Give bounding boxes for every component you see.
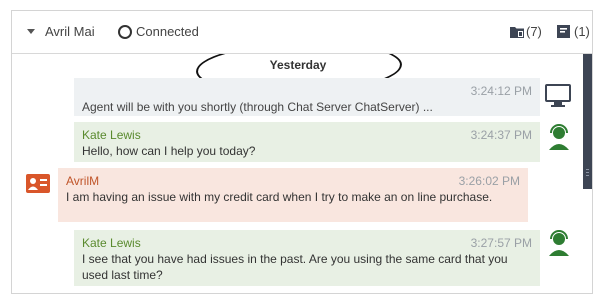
connection-status-icon <box>118 25 132 39</box>
agent-headset-icon <box>549 124 569 150</box>
cases-folder-icon[interactable] <box>510 25 524 38</box>
scrollbar-grip-icon[interactable] <box>586 169 589 170</box>
system-message: 3:24:12 PM Agent will be with you shortl… <box>74 78 540 116</box>
message-sender: Kate Lewis <box>82 236 141 250</box>
message-time: 3:24:12 PM <box>470 84 532 98</box>
monitor-icon <box>545 84 571 107</box>
message-sender <box>82 83 532 99</box>
collapse-chevron-icon[interactable] <box>27 29 35 34</box>
customer-message: 3:26:02 PM AvrilM I am having an issue w… <box>58 168 528 222</box>
message-sender: AvrilM <box>66 174 100 188</box>
message-sender: Kate Lewis <box>82 128 141 142</box>
agent-message: 3:24:37 PM Kate Lewis Hello, how can I h… <box>74 122 540 162</box>
chat-transcript[interactable]: Yesterday 3:24:12 PM Agent will be with … <box>12 54 584 293</box>
message-text: Agent will be with you shortly (through … <box>82 100 433 114</box>
contact-name[interactable]: Avril Mai <box>45 24 95 39</box>
transcript-scrollbar[interactable] <box>583 54 592 189</box>
message-text: Hello, how can I help you today? <box>82 144 256 158</box>
connection-status: Connected <box>136 24 199 39</box>
agent-headset-icon <box>549 230 569 256</box>
cases-count[interactable]: (7) <box>526 24 542 39</box>
message-text: I see that you have had issues in the pa… <box>82 252 508 282</box>
agent-message: 3:27:57 PM Kate Lewis I see that you hav… <box>74 230 540 286</box>
message-time: 3:27:57 PM <box>470 236 532 250</box>
chat-panel: Avril Mai Connected (7) (1) Yesterday 3:… <box>11 10 593 294</box>
message-text: I am having an issue with my credit card… <box>66 190 493 204</box>
contact-card-icon <box>26 174 50 193</box>
message-time: 3:24:37 PM <box>470 128 532 142</box>
message-time: 3:26:02 PM <box>458 174 520 188</box>
notes-icon[interactable] <box>557 25 571 38</box>
chat-header: Avril Mai Connected (7) (1) <box>12 11 592 54</box>
notes-count[interactable]: (1) <box>574 24 590 39</box>
